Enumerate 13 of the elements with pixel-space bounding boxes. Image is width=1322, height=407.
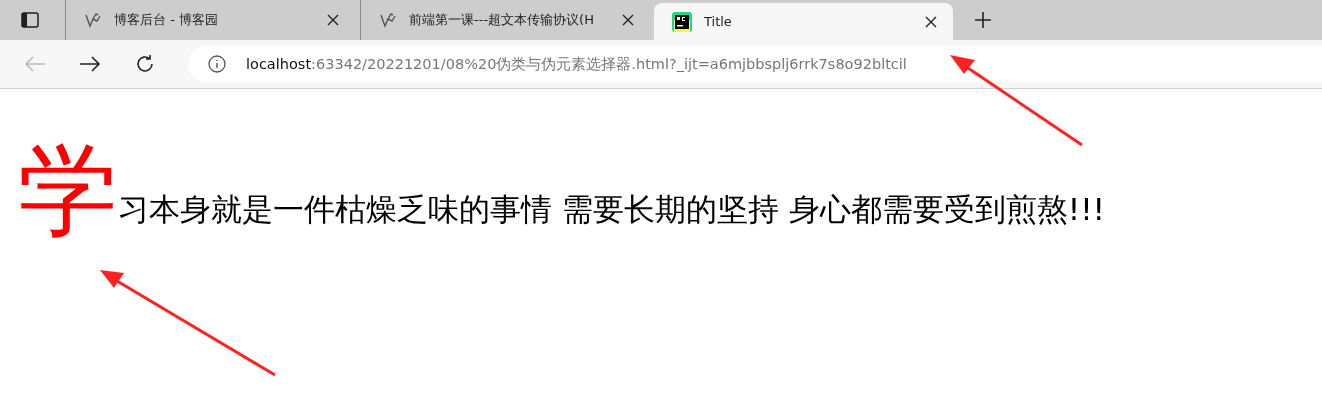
sidebar-icon[interactable] <box>21 12 39 28</box>
bird-icon <box>379 12 397 28</box>
address-field[interactable]: localhost:63342/20221201/08%20伪类与伪元素选择器.html?_ijt=a6mjbbsplj6rrk7s8o92bltcil <box>188 46 1322 82</box>
tab-title: 博客后台 - 博客园 <box>114 11 219 29</box>
tab-title: 前端第一课---超文本传输协议(H <box>409 11 595 29</box>
info-icon[interactable] <box>208 55 226 73</box>
body-text: 习本身就是一件枯燥乏味的事情 需要长期的坚持 身心都需要受到煎熬!!! <box>118 190 1105 229</box>
browser-tab[interactable]: Title <box>654 3 953 40</box>
first-letter: 学 <box>18 141 118 241</box>
app-logo-icon <box>672 11 692 32</box>
url-text: localhost:63342/20221201/08%20伪类与伪元素选择器.html?_ijt=a6mjbbsplj6rrk7s8o92bltcil <box>246 54 907 74</box>
bird-icon <box>84 12 102 28</box>
tab-title: Title <box>704 14 733 29</box>
